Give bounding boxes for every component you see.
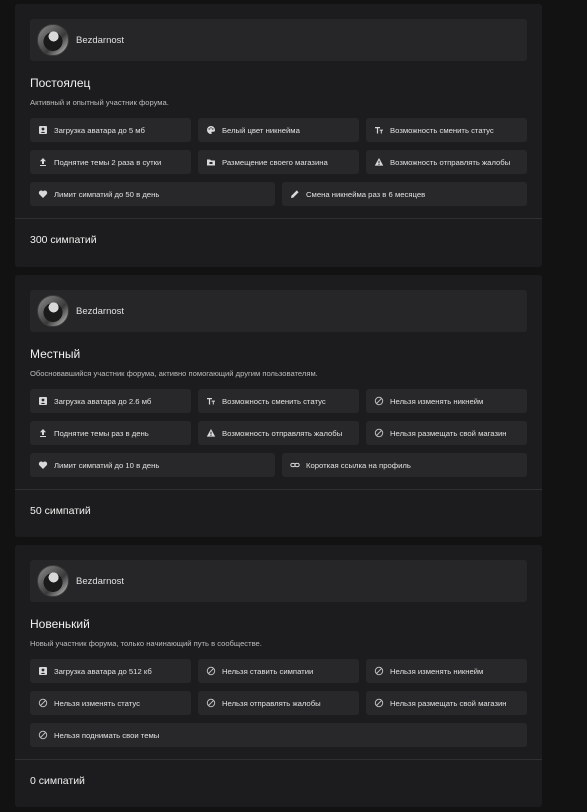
perk-item: Загрузка аватара до 2.6 мб (30, 389, 191, 413)
warning-icon (374, 157, 384, 167)
link-icon (290, 460, 300, 470)
perk-item: Нельзя размещать свой магазин (366, 691, 527, 715)
perk-label: Загрузка аватара до 512 кб (54, 666, 152, 676)
perk-item: Поднятие темы раз в день (30, 421, 191, 445)
perk-label: Нельзя ставить симпатии (222, 666, 314, 676)
perk-label: Возможность отправлять жалобы (390, 157, 511, 167)
perk-label: Нельзя отправлять жалобы (222, 698, 321, 708)
perk-row: Лимит симпатий до 10 в день Короткая ссы… (30, 453, 527, 477)
rank-description: Обосновавшийся участник форума, активно … (30, 369, 318, 378)
perk-label: Возможность сменить статус (222, 396, 326, 406)
likes-requirement: 300 симпатий (30, 234, 97, 246)
perk-label: Поднятие темы раз в день (54, 428, 149, 438)
perk-list: Загрузка аватара до 5 мб Белый цвет никн… (30, 118, 527, 206)
blocked-icon (374, 666, 384, 676)
perk-item: Нельзя размещать свой магазин (366, 421, 527, 445)
perk-item: Нельзя ставить симпатии (198, 659, 359, 683)
perk-item: Размещение своего магазина (198, 150, 359, 174)
rank-card-postoyalets: Bezdarnost Постоялец Активный и опытный … (15, 4, 542, 267)
avatar-upload-icon (38, 125, 48, 135)
perk-list: Загрузка аватара до 512 кб Нельзя ставит… (30, 659, 527, 747)
blocked-icon (374, 428, 384, 438)
rank-description: Активный и опытный участник форума. (30, 98, 169, 107)
blocked-icon (206, 666, 216, 676)
perk-item: Поднятие темы 2 раза в сутки (30, 150, 191, 174)
perk-item: Короткая ссылка на профиль (282, 453, 527, 477)
user-preview[interactable]: Bezdarnost (30, 19, 527, 61)
store-folder-icon (206, 157, 216, 167)
heart-icon (38, 189, 48, 199)
perk-label: Лимит симпатий до 50 в день (54, 189, 160, 199)
heart-icon (38, 460, 48, 470)
pencil-icon (290, 189, 300, 199)
perk-label: Нельзя изменять статус (54, 698, 140, 708)
perk-item: Лимит симпатий до 50 в день (30, 182, 275, 206)
perk-label: Нельзя размещать свой магазин (390, 428, 507, 438)
rank-title: Новенький (30, 617, 90, 631)
user-preview[interactable]: Bezdarnost (30, 290, 527, 332)
perk-item: Нельзя изменять никнейм (366, 659, 527, 683)
blocked-icon (38, 730, 48, 740)
avatar-upload-icon (38, 666, 48, 676)
perk-label: Нельзя изменять никнейм (390, 396, 484, 406)
perk-item: Возможность сменить статус (198, 389, 359, 413)
perk-item: Возможность отправлять жалобы (198, 421, 359, 445)
username[interactable]: Bezdarnost (76, 576, 124, 587)
blocked-icon (38, 698, 48, 708)
rank-card-mestny: Bezdarnost Местный Обосновавшийся участн… (15, 275, 542, 537)
perk-item: Нельзя поднимать свои темы (30, 723, 527, 747)
upload-icon (38, 428, 48, 438)
rank-title: Местный (30, 347, 81, 361)
blocked-icon (374, 698, 384, 708)
perk-item: Возможность сменить статус (366, 118, 527, 142)
perk-label: Нельзя размещать свой магазин (390, 698, 507, 708)
palette-icon (206, 125, 216, 135)
username[interactable]: Bezdarnost (76, 306, 124, 317)
perk-label: Поднятие темы 2 раза в сутки (54, 157, 162, 167)
perk-label: Загрузка аватара до 2.6 мб (54, 396, 152, 406)
warning-icon (206, 428, 216, 438)
rank-list: Bezdarnost Постоялец Активный и опытный … (0, 0, 587, 812)
perk-label: Смена никнейма раз в 6 месяцев (306, 189, 426, 199)
perk-label: Размещение своего магазина (222, 157, 328, 167)
user-preview[interactable]: Bezdarnost (30, 560, 527, 602)
perk-item: Нельзя изменять никнейм (366, 389, 527, 413)
perk-item: Загрузка аватара до 5 мб (30, 118, 191, 142)
perk-label: Белый цвет никнейма (222, 125, 300, 135)
perk-label: Нельзя изменять никнейм (390, 666, 484, 676)
perk-row: Лимит симпатий до 50 в день Смена никней… (30, 182, 527, 206)
perk-label: Нельзя поднимать свои темы (54, 730, 160, 740)
perk-label: Загрузка аватара до 5 мб (54, 125, 145, 135)
perk-item: Нельзя отправлять жалобы (198, 691, 359, 715)
text-size-icon (374, 125, 384, 135)
perk-label: Возможность сменить статус (390, 125, 494, 135)
perk-label: Лимит симпатий до 10 в день (54, 460, 160, 470)
perk-label: Возможность отправлять жалобы (222, 428, 343, 438)
perk-label: Короткая ссылка на профиль (306, 460, 411, 470)
text-size-icon (206, 396, 216, 406)
likes-requirement: 50 симпатий (30, 505, 91, 517)
blocked-icon (374, 396, 384, 406)
rank-title: Постоялец (30, 76, 91, 90)
avatar[interactable] (37, 295, 69, 327)
avatar[interactable] (37, 565, 69, 597)
blocked-icon (206, 698, 216, 708)
upload-icon (38, 157, 48, 167)
rank-description: Новый участник форума, только начинающий… (30, 639, 262, 648)
rank-card-novenky: Bezdarnost Новенький Новый участник фору… (15, 545, 542, 807)
avatar[interactable] (37, 24, 69, 56)
perk-item: Загрузка аватара до 512 кб (30, 659, 191, 683)
perk-item: Смена никнейма раз в 6 месяцев (282, 182, 527, 206)
likes-requirement: 0 симпатий (30, 775, 85, 787)
username[interactable]: Bezdarnost (76, 35, 124, 46)
perk-item: Возможность отправлять жалобы (366, 150, 527, 174)
avatar-upload-icon (38, 396, 48, 406)
perk-item: Белый цвет никнейма (198, 118, 359, 142)
perk-item: Нельзя изменять статус (30, 691, 191, 715)
perk-item: Лимит симпатий до 10 в день (30, 453, 275, 477)
perk-list: Загрузка аватара до 2.6 мб Возможность с… (30, 389, 527, 477)
